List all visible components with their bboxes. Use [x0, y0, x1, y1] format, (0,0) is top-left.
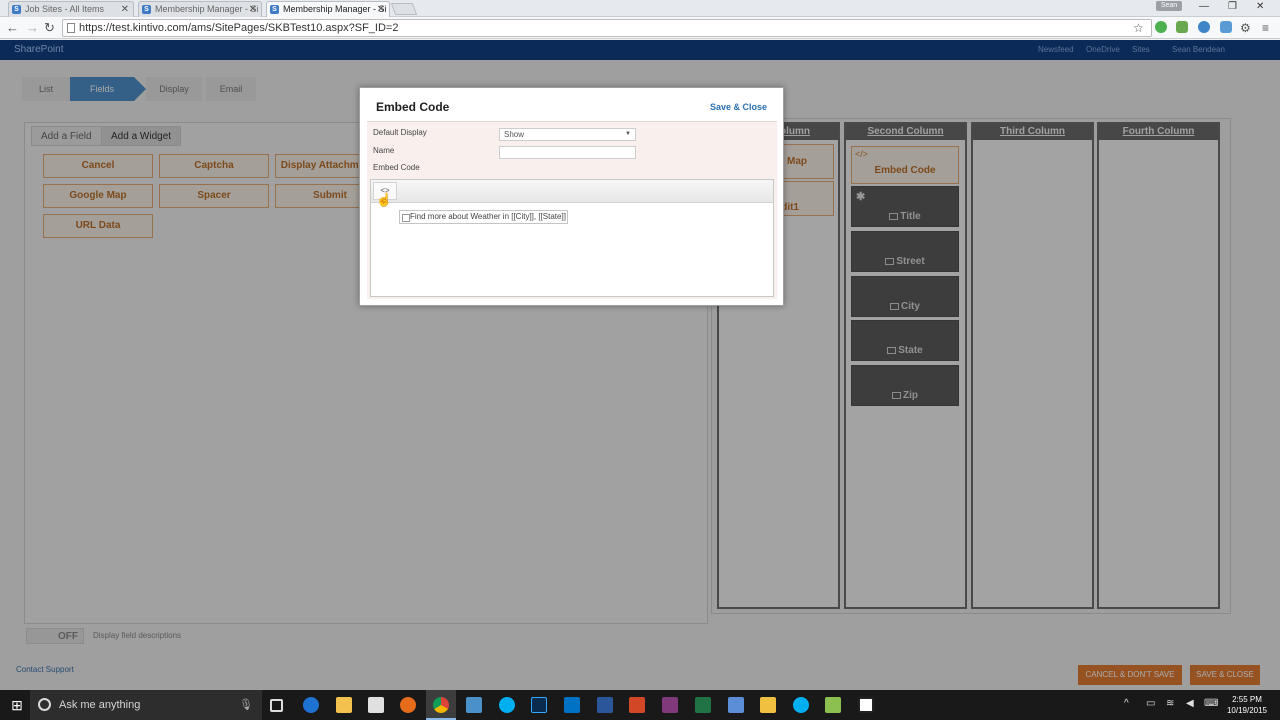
network-icon[interactable]: ▭	[1146, 698, 1155, 709]
default-display-select[interactable]: Show ▼	[499, 128, 636, 141]
extension-3-icon[interactable]	[1198, 21, 1210, 33]
firefox-icon[interactable]	[400, 697, 416, 713]
outlook-icon[interactable]	[564, 697, 580, 713]
back-icon[interactable]: ←	[6, 20, 19, 36]
windows-taskbar: ⊞ Ask me anything 🎙 ^ ▭ ≋ ◀ ⌨ 2:55 PM 10…	[0, 690, 1280, 720]
newsfeed-link[interactable]: Newsfeed	[1038, 45, 1074, 54]
embed-preview-image[interactable]: Find more about Weather in [[City]], [[S…	[399, 210, 568, 224]
browser-tab-title: Membership Manager - Si	[283, 4, 387, 14]
clock-date: 10/19/2015	[1226, 706, 1268, 715]
chrome-menu-icon[interactable]: ≡	[1262, 20, 1269, 36]
browser-tab-job-sites[interactable]: S Job Sites - All Items ✕	[8, 1, 134, 17]
skype-icon[interactable]	[499, 697, 515, 713]
word-icon[interactable]	[597, 697, 613, 713]
embed-code-label: Embed Code	[373, 163, 420, 172]
sharepoint-favicon-icon: S	[142, 5, 151, 14]
store-icon[interactable]	[368, 697, 384, 713]
browser-tab-membership-2[interactable]: S Membership Manager - Si ✕	[266, 1, 390, 17]
browser-user-chip[interactable]: Sean	[1156, 1, 1182, 11]
clock-time: 2:55 PM	[1232, 695, 1262, 704]
dialog-title: Embed Code	[376, 100, 450, 114]
chrome-icon[interactable]	[433, 697, 449, 713]
sharepoint-brand[interactable]: SharePoint	[14, 44, 63, 55]
sites-link[interactable]: Sites	[1132, 45, 1150, 54]
close-tab-icon[interactable]: ✕	[121, 2, 129, 17]
cortana-icon	[38, 698, 51, 711]
system-clock[interactable]: 2:55 PM 10/19/2015	[1222, 694, 1272, 716]
url-input[interactable]: https://test.kintivo.com/ams/SitePages/S…	[62, 19, 1152, 37]
search-placeholder: Ask me anything	[59, 699, 141, 711]
bookmark-star-icon[interactable]: ☆	[1133, 20, 1144, 36]
select-value: Show	[504, 130, 525, 139]
embed-code-dialog: Embed Code Save & Close Default Display …	[359, 87, 784, 306]
sharepoint-favicon-icon: S	[12, 5, 21, 14]
onedrive-link[interactable]: OneDrive	[1086, 45, 1120, 54]
default-display-label: Default Display	[373, 128, 427, 137]
new-tab-button[interactable]	[390, 3, 418, 15]
page-icon	[67, 23, 75, 33]
forward-icon[interactable]: →	[26, 20, 39, 36]
embed-code-editor[interactable]: <> Find more about Weather in [[City]], …	[370, 179, 774, 297]
url-text: https://test.kintivo.com/ams/SitePages/S…	[79, 22, 399, 34]
skype-business-icon[interactable]	[793, 697, 809, 713]
name-input[interactable]	[499, 146, 636, 159]
dialog-save-close-link[interactable]: Save & Close	[710, 102, 767, 112]
extension-2-icon[interactable]	[1176, 21, 1188, 33]
mouse-pointer-icon: ☝	[376, 192, 393, 207]
photoshop-icon[interactable]	[531, 697, 547, 713]
edge-icon[interactable]	[303, 697, 319, 713]
windows-start-icon[interactable]: ⊞	[4, 690, 30, 720]
close-tab-icon[interactable]: ✕	[377, 2, 385, 17]
microphone-icon[interactable]: 🎙	[239, 698, 253, 711]
browser-tab-membership-1[interactable]: S Membership Manager - Si ✕	[138, 1, 262, 17]
app-feather-icon[interactable]	[466, 697, 482, 713]
notepad-icon[interactable]	[825, 697, 841, 713]
settings-gear-icon[interactable]: ⚙	[1240, 20, 1251, 36]
onenote-icon[interactable]	[662, 697, 678, 713]
dialog-form: Default Display Show ▼ Name Embed Code <…	[367, 121, 777, 299]
powerpoint-icon[interactable]	[629, 697, 645, 713]
editor-toolbar: <>	[371, 180, 773, 203]
close-window-icon[interactable]: ✕	[1256, 1, 1264, 12]
keyboard-icon[interactable]: ⌨	[1204, 698, 1218, 709]
close-tab-icon[interactable]: ✕	[249, 2, 257, 17]
wifi-icon[interactable]: ≋	[1166, 698, 1174, 709]
dropdown-arrow-icon: ▼	[625, 131, 631, 137]
file-explorer-icon[interactable]	[336, 697, 352, 713]
browser-tab-strip: S Job Sites - All Items ✕ S Membership M…	[0, 0, 1280, 17]
volume-icon[interactable]: ◀	[1186, 698, 1194, 709]
name-label: Name	[373, 146, 395, 155]
reload-icon[interactable]: ↻	[44, 20, 55, 36]
extension-4-icon[interactable]	[1220, 21, 1232, 33]
maximize-icon[interactable]: ❐	[1228, 1, 1237, 12]
media-icon[interactable]	[760, 697, 776, 713]
extension-1-icon[interactable]	[1155, 21, 1167, 33]
browser-tab-title: Job Sites - All Items	[25, 4, 105, 14]
camtasia-icon[interactable]	[858, 697, 874, 713]
cortana-search-box[interactable]: Ask me anything 🎙	[30, 690, 262, 720]
minimize-icon[interactable]: —	[1199, 1, 1209, 12]
remote-desktop-icon[interactable]	[728, 697, 744, 713]
sharepoint-favicon-icon: S	[270, 5, 279, 14]
user-menu[interactable]: Sean Bendean	[1172, 45, 1225, 54]
show-hidden-icons[interactable]: ^	[1124, 698, 1129, 709]
address-bar-row: ← → ↻ https://test.kintivo.com/ams/SiteP…	[0, 17, 1280, 39]
excel-icon[interactable]	[695, 697, 711, 713]
sharepoint-suite-bar: SharePoint Newsfeed OneDrive Sites Sean …	[0, 40, 1280, 60]
task-view-icon[interactable]	[270, 699, 283, 712]
browser-tab-title: Membership Manager - Si	[155, 4, 259, 14]
